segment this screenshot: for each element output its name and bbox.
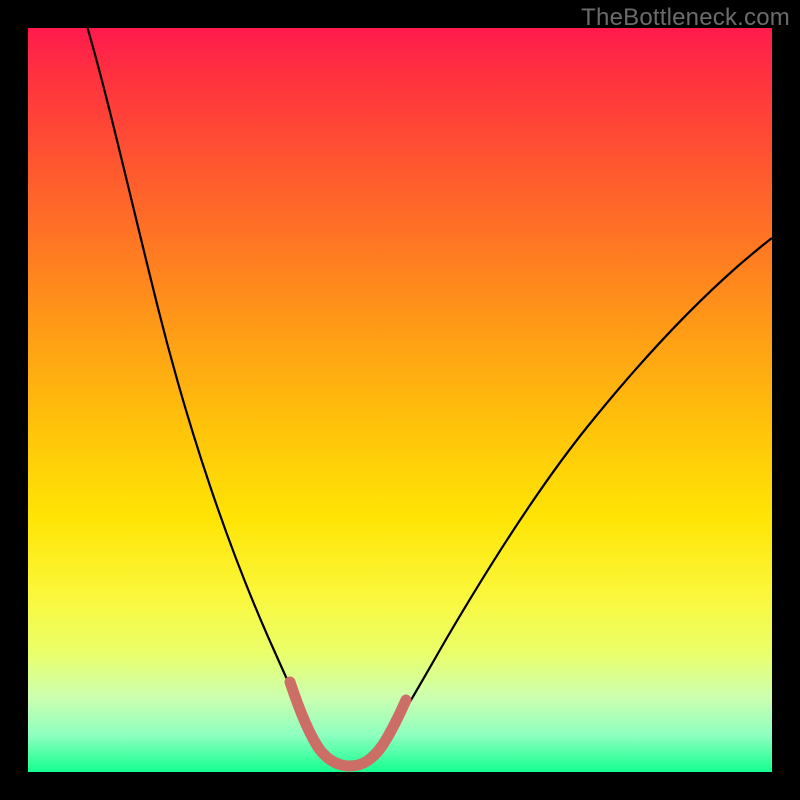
optimal-range-marker-path: [290, 682, 406, 766]
outer-frame: TheBottleneck.com: [0, 0, 800, 800]
chart-svg: [28, 28, 772, 772]
bottleneck-curve-path: [88, 28, 773, 765]
watermark-text: TheBottleneck.com: [581, 4, 790, 32]
chart-plot-area: [28, 28, 772, 772]
